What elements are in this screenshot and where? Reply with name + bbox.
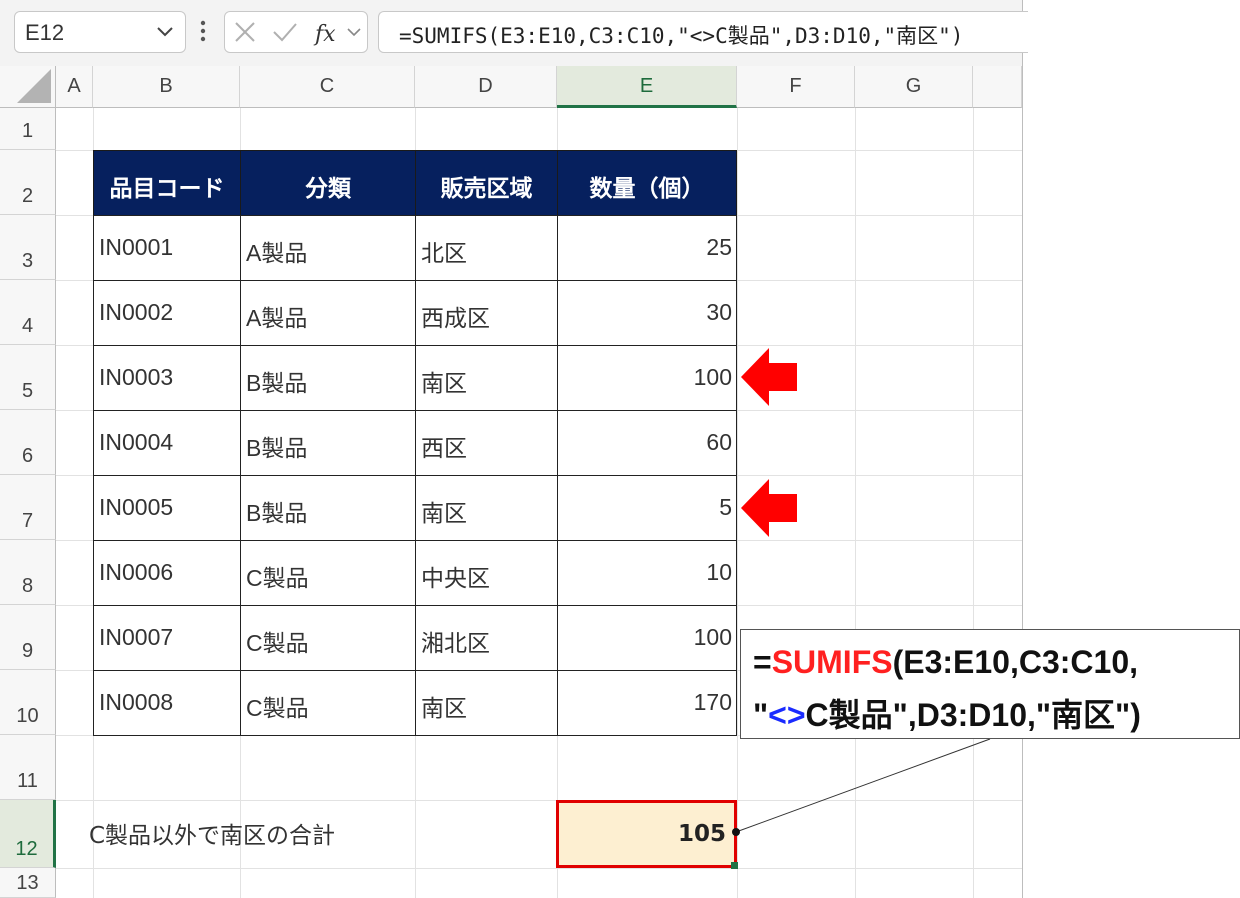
callout-line-1: =SUMIFS(E3:E10,C3:C10,	[753, 644, 1139, 680]
callout-line-2: "<>C製品",D3:D10,"南区")	[753, 697, 1141, 733]
callout-function-name: SUMIFS	[771, 644, 893, 680]
callout-operator: <>	[768, 697, 806, 733]
formula-callout: =SUMIFS(E3:E10,C3:C10, "<>C製品",D3:D10,"南…	[740, 629, 1240, 739]
callout-leader-line	[732, 738, 991, 836]
